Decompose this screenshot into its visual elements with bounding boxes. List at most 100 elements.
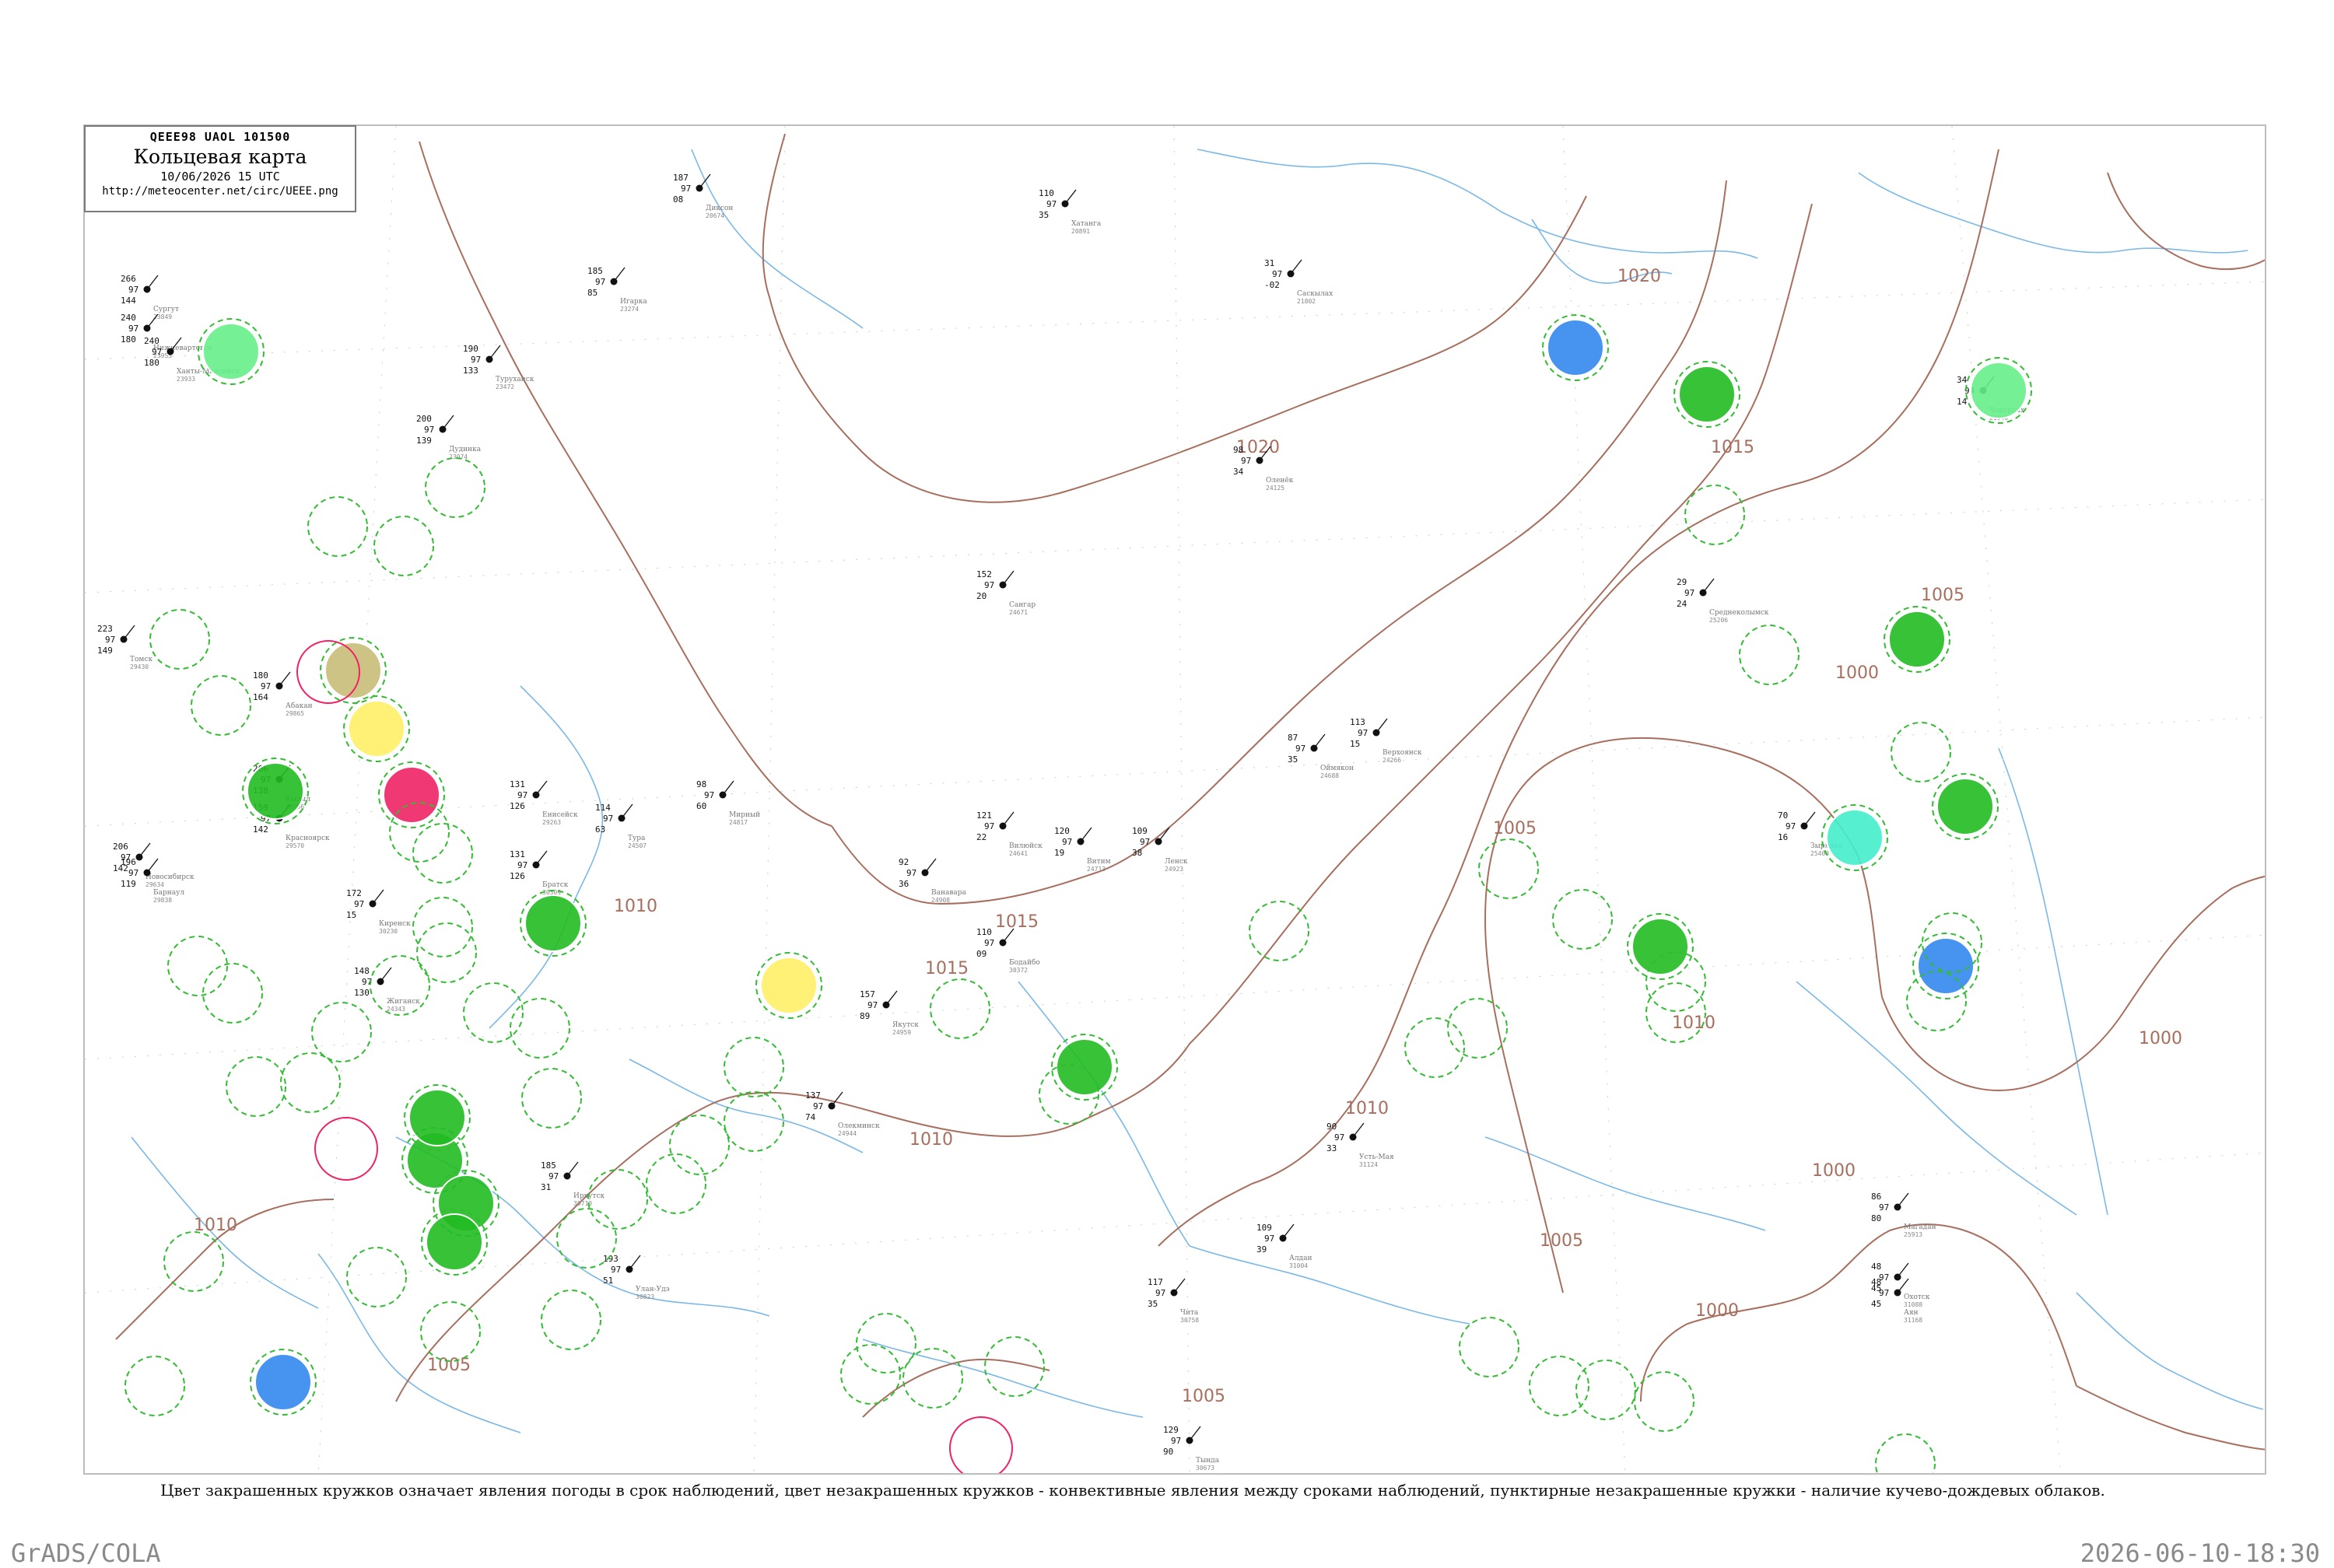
- station-temperature: 200: [416, 414, 432, 424]
- map-caption: Цвет закрашенных кружков означает явлени…: [160, 1481, 2105, 1500]
- wind-barb: [1897, 1192, 1909, 1208]
- station-name: Игарка: [620, 298, 647, 306]
- station-temperature: 187: [673, 173, 689, 183]
- cumulonimbus-ring: [541, 1290, 601, 1350]
- station-temperature: 185: [541, 1160, 556, 1171]
- cumulonimbus-ring: [280, 1052, 341, 1113]
- grid-line: [753, 126, 786, 1473]
- station-dewpoint: 97: [1358, 728, 1368, 738]
- station-pressure: 24: [1677, 599, 1687, 609]
- station-pressure: 144: [121, 296, 136, 306]
- isobar: [2107, 172, 2265, 271]
- station-id: 30673: [1196, 1465, 1214, 1472]
- wind-barb: [613, 267, 626, 282]
- wind-barb: [380, 967, 392, 982]
- station-id: 21802: [1297, 298, 1316, 305]
- stations-layer: 14897130Жиганск243431529720Сангар2467112…: [97, 173, 2024, 1472]
- grid-line: [1173, 126, 1190, 1473]
- station-plot: 1879708 Диксон20674: [673, 173, 733, 219]
- station-temperature: 223: [97, 624, 113, 634]
- station-plot: 18097164 Абакан29865: [253, 670, 313, 717]
- wind-barb: [372, 889, 384, 905]
- wind-barb: [699, 173, 711, 189]
- station-temperature: 121: [976, 810, 992, 821]
- wind-barb: [1803, 811, 1816, 827]
- station-dewpoint: 97: [1046, 199, 1057, 209]
- station-temperature: 117: [1148, 1277, 1163, 1287]
- station-dewpoint: 97: [1786, 821, 1796, 831]
- station-plot: 1109709 Бодайбо30372: [976, 927, 1040, 974]
- station-dewpoint: 97: [1295, 744, 1305, 754]
- station-pressure: 31: [541, 1182, 551, 1192]
- station-plot: 19097133 Туруханск23472: [463, 344, 534, 390]
- station-name: Сангар: [1009, 601, 1036, 609]
- station-id: 24507: [628, 842, 647, 849]
- isobar-label: 1000: [1835, 663, 1879, 683]
- station-id: 24125: [1266, 485, 1284, 492]
- station-dewpoint: 97: [152, 347, 162, 357]
- cumulonimbus-ring: [646, 1153, 706, 1214]
- wind-barb: [1189, 1426, 1201, 1441]
- wind-barb: [1064, 189, 1077, 205]
- station-id: 24908: [931, 897, 950, 904]
- station-name: Туруханск: [496, 376, 534, 383]
- wind-barb: [885, 990, 898, 1006]
- station-temperature: 114: [595, 803, 611, 813]
- station-temperature: 137: [805, 1090, 821, 1101]
- cumulonimbus-ring: [1529, 1356, 1589, 1416]
- river: [489, 685, 604, 1029]
- station-id: 30823: [636, 1293, 654, 1300]
- wind-barb: [1080, 827, 1092, 842]
- station-temperature: 131: [510, 849, 525, 859]
- cumulonimbus-ring: [420, 1301, 481, 1362]
- station-plot: 869780 Магадан25913: [1871, 1192, 1936, 1238]
- station-name: Охотск: [1904, 1293, 1930, 1301]
- cumulonimbus-ring: [840, 1344, 901, 1405]
- station-temperature: 131: [510, 779, 525, 789]
- cumulonimbus-ring: [191, 675, 251, 736]
- station-name: Диксон: [706, 205, 733, 212]
- station-pressure: 180: [121, 334, 136, 345]
- station-pressure: 180: [144, 358, 159, 368]
- station-id: 24959: [892, 1029, 911, 1036]
- station-dewpoint: 97: [1155, 1288, 1165, 1298]
- cumulonimbus-ring: [1575, 1360, 1636, 1420]
- station-pressure: 22: [976, 832, 987, 842]
- cumulonimbus-ring: [1478, 838, 1539, 899]
- isobar-label: 1015: [925, 959, 969, 978]
- convective-ring: [949, 1416, 1013, 1473]
- wind-barb: [146, 313, 159, 329]
- station-pressure: 09: [976, 949, 987, 959]
- station-pressure: 133: [463, 366, 478, 376]
- station-dewpoint: 97: [603, 814, 613, 824]
- isobar-label: 1005: [1182, 1387, 1225, 1406]
- station-plot: 1379774 Олекминск24944: [805, 1090, 880, 1137]
- wind-barb: [1376, 718, 1388, 733]
- isobar-label: 1005: [1921, 586, 1964, 605]
- station-pressure: 74: [805, 1112, 816, 1122]
- map-source-url[interactable]: http://meteocenter.net/circ/UEEE.png: [86, 185, 355, 198]
- station-dewpoint: 97: [1241, 456, 1251, 466]
- fog-yellow-circle: [348, 700, 405, 758]
- rain-green-circle: [408, 1089, 466, 1146]
- station-temperature: 86: [1871, 1192, 1881, 1202]
- isobar-label: 1020: [1617, 267, 1661, 286]
- river: [2076, 1292, 2264, 1410]
- wind-barb: [629, 1255, 641, 1270]
- grid-line: [85, 281, 2265, 360]
- wind-barb: [1282, 1223, 1295, 1239]
- station-pressure: 139: [416, 436, 432, 446]
- station-name: Верхоянск: [1383, 749, 1422, 757]
- wind-barb: [1002, 811, 1015, 827]
- station-pressure: 20: [976, 591, 987, 601]
- station-id: 31088: [1904, 1301, 1922, 1308]
- station-dewpoint: 97: [261, 681, 271, 691]
- station-temperature: 193: [603, 1254, 619, 1264]
- river: [1197, 149, 1758, 259]
- station-pressure: 19: [1054, 848, 1064, 858]
- station-dewpoint: 97: [128, 868, 138, 878]
- rain-green-circle: [1678, 366, 1736, 423]
- station-dewpoint: 97: [1272, 269, 1282, 279]
- station-temperature: 185: [587, 266, 603, 276]
- isobar-label: 1015: [1711, 438, 1754, 457]
